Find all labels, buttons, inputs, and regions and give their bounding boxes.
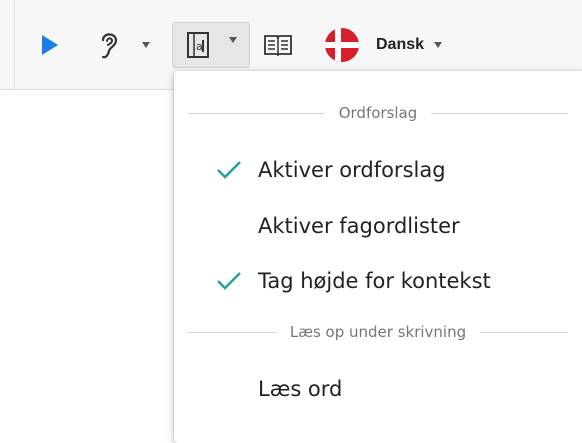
svg-text:a: a	[196, 40, 203, 53]
dictionary-button[interactable]	[260, 25, 296, 65]
word-prediction-menu: Ordforslag Aktiver ordforslag Aktiver fa…	[174, 71, 582, 443]
read-aloud-button[interactable]	[92, 25, 126, 65]
menu-item-label: Aktiver fagordlister	[258, 214, 460, 238]
section-header-ordforslag: Ordforslag	[188, 104, 568, 122]
language-label: Dansk	[376, 36, 425, 53]
chevron-down-icon	[229, 37, 237, 43]
chevron-down-icon	[142, 42, 150, 48]
danish-flag-icon	[325, 28, 359, 62]
section-title: Ordforslag	[338, 104, 418, 122]
play-icon	[42, 35, 58, 55]
read-aloud-dropdown[interactable]	[138, 25, 154, 65]
word-prediction-button[interactable]: a	[172, 22, 250, 68]
menu-item-label: Tag højde for kontekst	[258, 269, 491, 293]
divider	[188, 112, 325, 114]
language-flag[interactable]	[320, 25, 364, 65]
divider	[431, 112, 568, 114]
section-header-laes-op: Læs op under skrivning	[188, 323, 568, 341]
chevron-down-icon	[434, 42, 443, 48]
menu-item-laes-ord[interactable]: Læs ord	[174, 369, 582, 409]
menu-item-label: Aktiver ordforslag	[258, 158, 446, 182]
menu-item-tag-hojde-for-kontekst[interactable]: Tag højde for kontekst	[174, 261, 582, 301]
section-title: Læs op under skrivning	[289, 323, 467, 341]
checkmark-icon	[217, 272, 241, 290]
menu-item-label: Læs ord	[258, 377, 343, 401]
play-button[interactable]	[34, 25, 66, 65]
menu-item-aktiver-ordforslag[interactable]: Aktiver ordforslag	[174, 150, 582, 190]
book-icon	[264, 35, 292, 57]
ear-icon	[101, 33, 118, 59]
menu-item-aktiver-fagordlister[interactable]: Aktiver fagordlister	[174, 206, 582, 246]
checkmark-icon	[217, 161, 241, 179]
word-prediction-icon: a	[187, 32, 209, 58]
divider	[188, 331, 276, 333]
divider	[480, 331, 568, 333]
language-selector[interactable]: Dansk	[376, 25, 476, 65]
toolbar-divider	[14, 0, 15, 90]
